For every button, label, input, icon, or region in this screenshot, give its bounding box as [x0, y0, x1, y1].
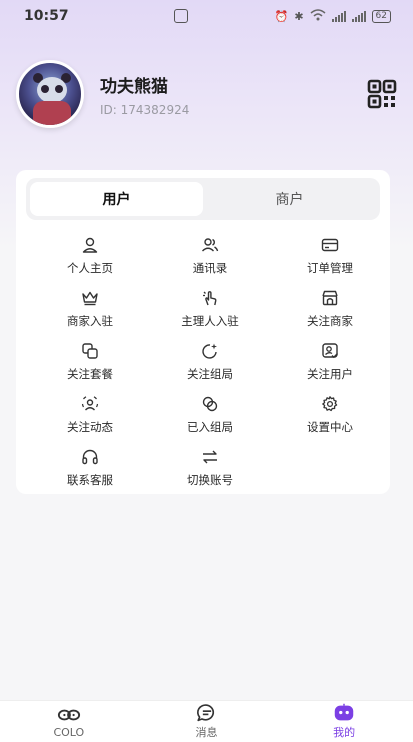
menu-item-followed-merchants[interactable]: 关注商家	[270, 289, 390, 342]
menu-item-followed-groups[interactable]: 关注组局	[150, 342, 270, 395]
menu-item-orders[interactable]: 订单管理	[270, 236, 390, 289]
profile-info: 功夫熊猫 ID: 174382924	[100, 72, 189, 117]
avatar[interactable]	[16, 60, 84, 128]
battery-icon: 62	[371, 9, 391, 23]
link-icon	[202, 396, 218, 412]
person-icon	[82, 237, 98, 253]
signal-icon-2	[351, 10, 366, 22]
menu-item-label: 商家入驻	[67, 314, 113, 328]
menu-item-label: 通讯录	[192, 261, 228, 275]
menu-item-label: 切换账号	[187, 473, 233, 487]
chat-icon	[196, 704, 214, 722]
menu-item-followed-users[interactable]: 关注用户	[270, 342, 390, 395]
bluetooth-icon: ✱	[294, 9, 304, 23]
menu-item-label: 主理人入驻	[181, 314, 239, 328]
signal-icon	[331, 10, 346, 22]
alarm-icon: ⏰	[274, 9, 289, 23]
store-icon	[322, 290, 338, 306]
nav-label: COLO	[53, 725, 85, 739]
menu-item-merchant-join[interactable]: 商家入驻	[30, 289, 150, 342]
menu-item-contacts[interactable]: 通讯录	[150, 236, 270, 289]
tap-hand-icon	[203, 291, 217, 306]
headset-icon	[82, 449, 98, 465]
menu-item-label: 订单管理	[307, 261, 353, 275]
menu-item-label: 个人主页	[67, 261, 113, 275]
menu-item-settings[interactable]: 设置中心	[270, 395, 390, 448]
package-icon	[82, 343, 98, 359]
menu-item-switch-account[interactable]: 切换账号	[150, 448, 270, 501]
tab-user[interactable]: 用户	[30, 182, 203, 216]
nav-colo[interactable]: COLO	[0, 701, 138, 742]
menu-item-label: 关注组局	[187, 367, 233, 381]
bottom-nav: COLO 消息 我的	[0, 700, 413, 742]
nav-mine[interactable]: 我的	[275, 701, 413, 742]
contacts-icon	[202, 238, 219, 252]
gear-icon	[322, 396, 338, 412]
user-check-icon	[322, 343, 338, 359]
menu-card: 用户 商户 个人主页 通讯录 订单管理 商家入驻 主理人入驻 关注商家 关注套餐…	[16, 170, 390, 494]
menu-grid: 个人主页 通讯录 订单管理 商家入驻 主理人入驻 关注商家 关注套餐 关注组局 …	[30, 236, 390, 501]
menu-item-label: 关注套餐	[67, 367, 113, 381]
menu-item-label: 设置中心	[307, 420, 353, 434]
card-icon	[321, 238, 339, 252]
profile-header: 功夫熊猫 ID: 174382924	[16, 60, 397, 128]
menu-item-label: 关注用户	[307, 367, 353, 381]
menu-item-label: 关注商家	[307, 314, 353, 328]
tab-merchant[interactable]: 商户	[203, 182, 376, 216]
switch-icon	[203, 450, 217, 464]
tab-switcher: 用户 商户	[26, 178, 380, 220]
notification-icon	[174, 9, 188, 23]
avatar-eye	[41, 85, 49, 93]
activity-icon	[81, 396, 99, 411]
status-time: 10:57	[24, 8, 69, 24]
menu-item-label: 关注动态	[67, 420, 113, 434]
infinity-icon	[57, 709, 80, 720]
menu-item-joined-groups[interactable]: 已入组局	[150, 395, 270, 448]
nav-label: 消息	[195, 726, 218, 739]
nav-messages[interactable]: 消息	[138, 701, 276, 742]
menu-item-followed-packages[interactable]: 关注套餐	[30, 342, 150, 395]
menu-item-host-join[interactable]: 主理人入驻	[150, 289, 270, 342]
menu-item-followed-activity[interactable]: 关注动态	[30, 395, 150, 448]
status-indicators: ⏰ ✱ 62	[274, 8, 391, 24]
menu-item-customer-service[interactable]: 联系客服	[30, 448, 150, 501]
wifi-icon	[310, 8, 326, 24]
avatar-body	[33, 101, 71, 125]
menu-item-label: 已入组局	[187, 420, 233, 434]
qr-code-icon[interactable]	[367, 79, 397, 109]
avatar-eye	[55, 85, 63, 93]
nav-label: 我的	[333, 726, 356, 739]
robot-face-icon	[334, 703, 354, 721]
crown-icon	[82, 291, 98, 306]
sparkle-icon	[202, 343, 217, 359]
status-bar: 10:57 ⏰ ✱ 62	[0, 0, 413, 32]
username: 功夫熊猫	[100, 76, 168, 97]
menu-item-label: 联系客服	[67, 473, 113, 487]
menu-item-profile[interactable]: 个人主页	[30, 236, 150, 289]
user-id: ID: 174382924	[100, 102, 190, 117]
